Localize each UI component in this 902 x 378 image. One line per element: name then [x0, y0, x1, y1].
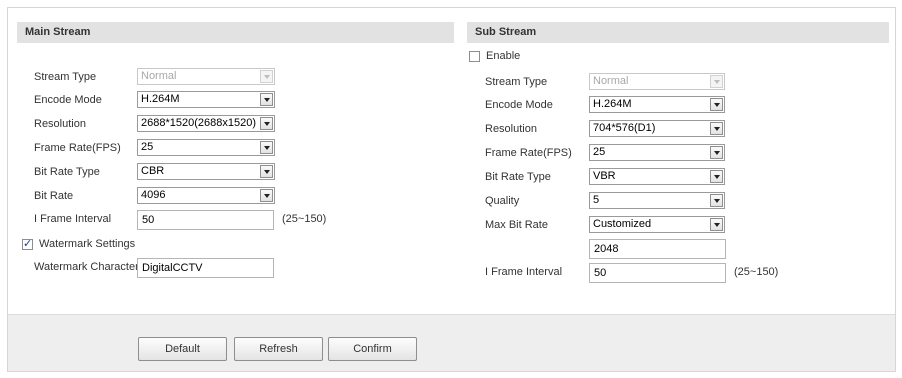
chevron-down-icon[interactable]: [260, 93, 273, 106]
default-button[interactable]: Default: [138, 337, 227, 361]
chevron-down-icon[interactable]: [260, 165, 273, 178]
watermark-settings-label: Watermark Settings: [39, 238, 136, 250]
chevron-down-icon[interactable]: [260, 141, 273, 154]
main-bit-rate-type-value: CBR: [141, 165, 165, 177]
refresh-button[interactable]: Refresh: [234, 337, 323, 361]
main-bit-rate-value: 4096: [141, 189, 166, 201]
main-bit-rate-type-select[interactable]: CBR: [137, 163, 275, 180]
main-frame-rate-select[interactable]: 25: [137, 139, 275, 156]
main-frame-rate-row: Frame Rate(FPS) 25: [34, 139, 444, 159]
main-frame-rate-value: 25: [141, 141, 154, 153]
watermark-character-label: Watermark Character: [34, 261, 139, 273]
chevron-down-icon[interactable]: [260, 117, 273, 130]
sub-max-bit-rate-row: Max Bit Rate Customized: [485, 216, 885, 236]
chevron-down-icon[interactable]: [710, 98, 723, 111]
sub-encode-mode-value: H.264M: [593, 98, 632, 110]
main-bit-rate-label: Bit Rate: [34, 190, 74, 202]
sub-stream-type-label: Stream Type: [485, 76, 548, 88]
chevron-down-icon[interactable]: [260, 189, 273, 202]
main-stream-type-select: Normal: [137, 68, 275, 85]
chevron-down-icon[interactable]: [710, 146, 723, 159]
main-resolution-label: Resolution: [34, 118, 86, 130]
sub-max-bit-rate-label: Max Bit Rate: [485, 219, 548, 231]
main-bit-rate-row: Bit Rate 4096: [34, 187, 444, 207]
sub-enable-checkbox[interactable]: [469, 51, 480, 62]
confirm-button[interactable]: Confirm: [328, 337, 417, 361]
sub-enable-label: Enable: [486, 50, 521, 62]
chevron-down-icon: [710, 75, 723, 88]
sub-i-frame-range: (25~150): [734, 266, 779, 278]
sub-quality-row: Quality 5: [485, 192, 885, 212]
sub-resolution-label: Resolution: [485, 123, 537, 135]
main-i-frame-row: I Frame Interval 50 (25~150): [34, 210, 444, 230]
sub-encode-mode-row: Encode Mode H.264M: [485, 96, 885, 116]
main-stream-type-row: Stream Type Normal: [34, 68, 444, 88]
watermark-settings-checkbox[interactable]: [22, 237, 33, 250]
chevron-down-icon: [260, 70, 273, 83]
main-i-frame-label: I Frame Interval: [34, 213, 112, 225]
chevron-down-icon[interactable]: [710, 194, 723, 207]
main-resolution-select[interactable]: 2688*1520(2688x1520): [137, 115, 275, 132]
main-bit-rate-select[interactable]: 4096: [137, 187, 275, 204]
sub-stream-type-row: Stream Type Normal: [485, 73, 885, 93]
main-resolution-value: 2688*1520(2688x1520): [141, 117, 256, 129]
sub-custom-bit-rate-input[interactable]: 2048: [589, 239, 726, 259]
sub-max-bit-rate-select[interactable]: Customized: [589, 216, 725, 233]
main-encode-mode-value: H.264M: [141, 93, 180, 105]
main-resolution-row: Resolution 2688*1520(2688x1520): [34, 115, 444, 135]
sub-bit-rate-type-label: Bit Rate Type: [485, 171, 551, 183]
main-stream-panel: Main Stream Stream Type Normal Encode Mo…: [17, 22, 454, 278]
main-stream-type-label: Stream Type: [34, 71, 97, 83]
sub-bit-rate-type-select[interactable]: VBR: [589, 168, 725, 185]
sub-encode-mode-label: Encode Mode: [485, 99, 553, 111]
sub-resolution-value: 704*576(D1): [593, 122, 656, 134]
main-stream-title: Main Stream: [17, 22, 454, 43]
sub-bit-rate-type-value: VBR: [593, 170, 616, 182]
button-bar: Default Refresh Confirm: [8, 314, 895, 371]
sub-resolution-row: Resolution 704*576(D1): [485, 120, 885, 140]
sub-enable-row: Enable: [469, 47, 869, 67]
main-encode-mode-select[interactable]: H.264M: [137, 91, 275, 108]
sub-frame-rate-row: Frame Rate(FPS) 25: [485, 144, 885, 164]
main-stream-type-value: Normal: [141, 70, 177, 82]
sub-frame-rate-label: Frame Rate(FPS): [485, 147, 572, 159]
sub-encode-mode-select[interactable]: H.264M: [589, 96, 725, 113]
watermark-character-row: Watermark Character DigitalCCTV: [34, 258, 444, 278]
watermark-settings-row: Watermark Settings: [22, 235, 442, 255]
sub-stream-panel: Sub Stream Enable Stream Type Normal Enc…: [467, 22, 889, 283]
sub-i-frame-row: I Frame Interval 50 (25~150): [485, 263, 885, 283]
main-bit-rate-type-label: Bit Rate Type: [34, 166, 100, 178]
main-i-frame-range: (25~150): [282, 213, 327, 225]
chevron-down-icon[interactable]: [710, 170, 723, 183]
sub-bit-rate-type-row: Bit Rate Type VBR: [485, 168, 885, 188]
main-encode-mode-row: Encode Mode H.264M: [34, 91, 444, 111]
sub-stream-type-select: Normal: [589, 73, 725, 90]
sub-quality-value: 5: [593, 194, 600, 206]
sub-max-bit-rate-value: Customized: [593, 218, 652, 230]
sub-custom-bit-rate-row: 2048: [485, 239, 885, 259]
chevron-down-icon[interactable]: [710, 218, 723, 231]
sub-quality-label: Quality: [485, 195, 520, 207]
chevron-down-icon[interactable]: [710, 122, 723, 135]
main-frame-rate-label: Frame Rate(FPS): [34, 142, 121, 154]
sub-stream-type-value: Normal: [593, 75, 629, 87]
main-encode-mode-label: Encode Mode: [34, 94, 102, 106]
video-encode-frame: Main Stream Stream Type Normal Encode Mo…: [7, 7, 896, 372]
main-bit-rate-type-row: Bit Rate Type CBR: [34, 163, 444, 183]
watermark-character-input[interactable]: DigitalCCTV: [137, 258, 274, 278]
sub-frame-rate-select[interactable]: 25: [589, 144, 725, 161]
sub-stream-title: Sub Stream: [467, 22, 889, 43]
sub-resolution-select[interactable]: 704*576(D1): [589, 120, 725, 137]
sub-frame-rate-value: 25: [593, 146, 606, 158]
sub-i-frame-label: I Frame Interval: [485, 266, 563, 278]
sub-i-frame-input[interactable]: 50: [589, 263, 726, 283]
main-i-frame-input[interactable]: 50: [137, 210, 274, 230]
sub-quality-select[interactable]: 5: [589, 192, 725, 209]
